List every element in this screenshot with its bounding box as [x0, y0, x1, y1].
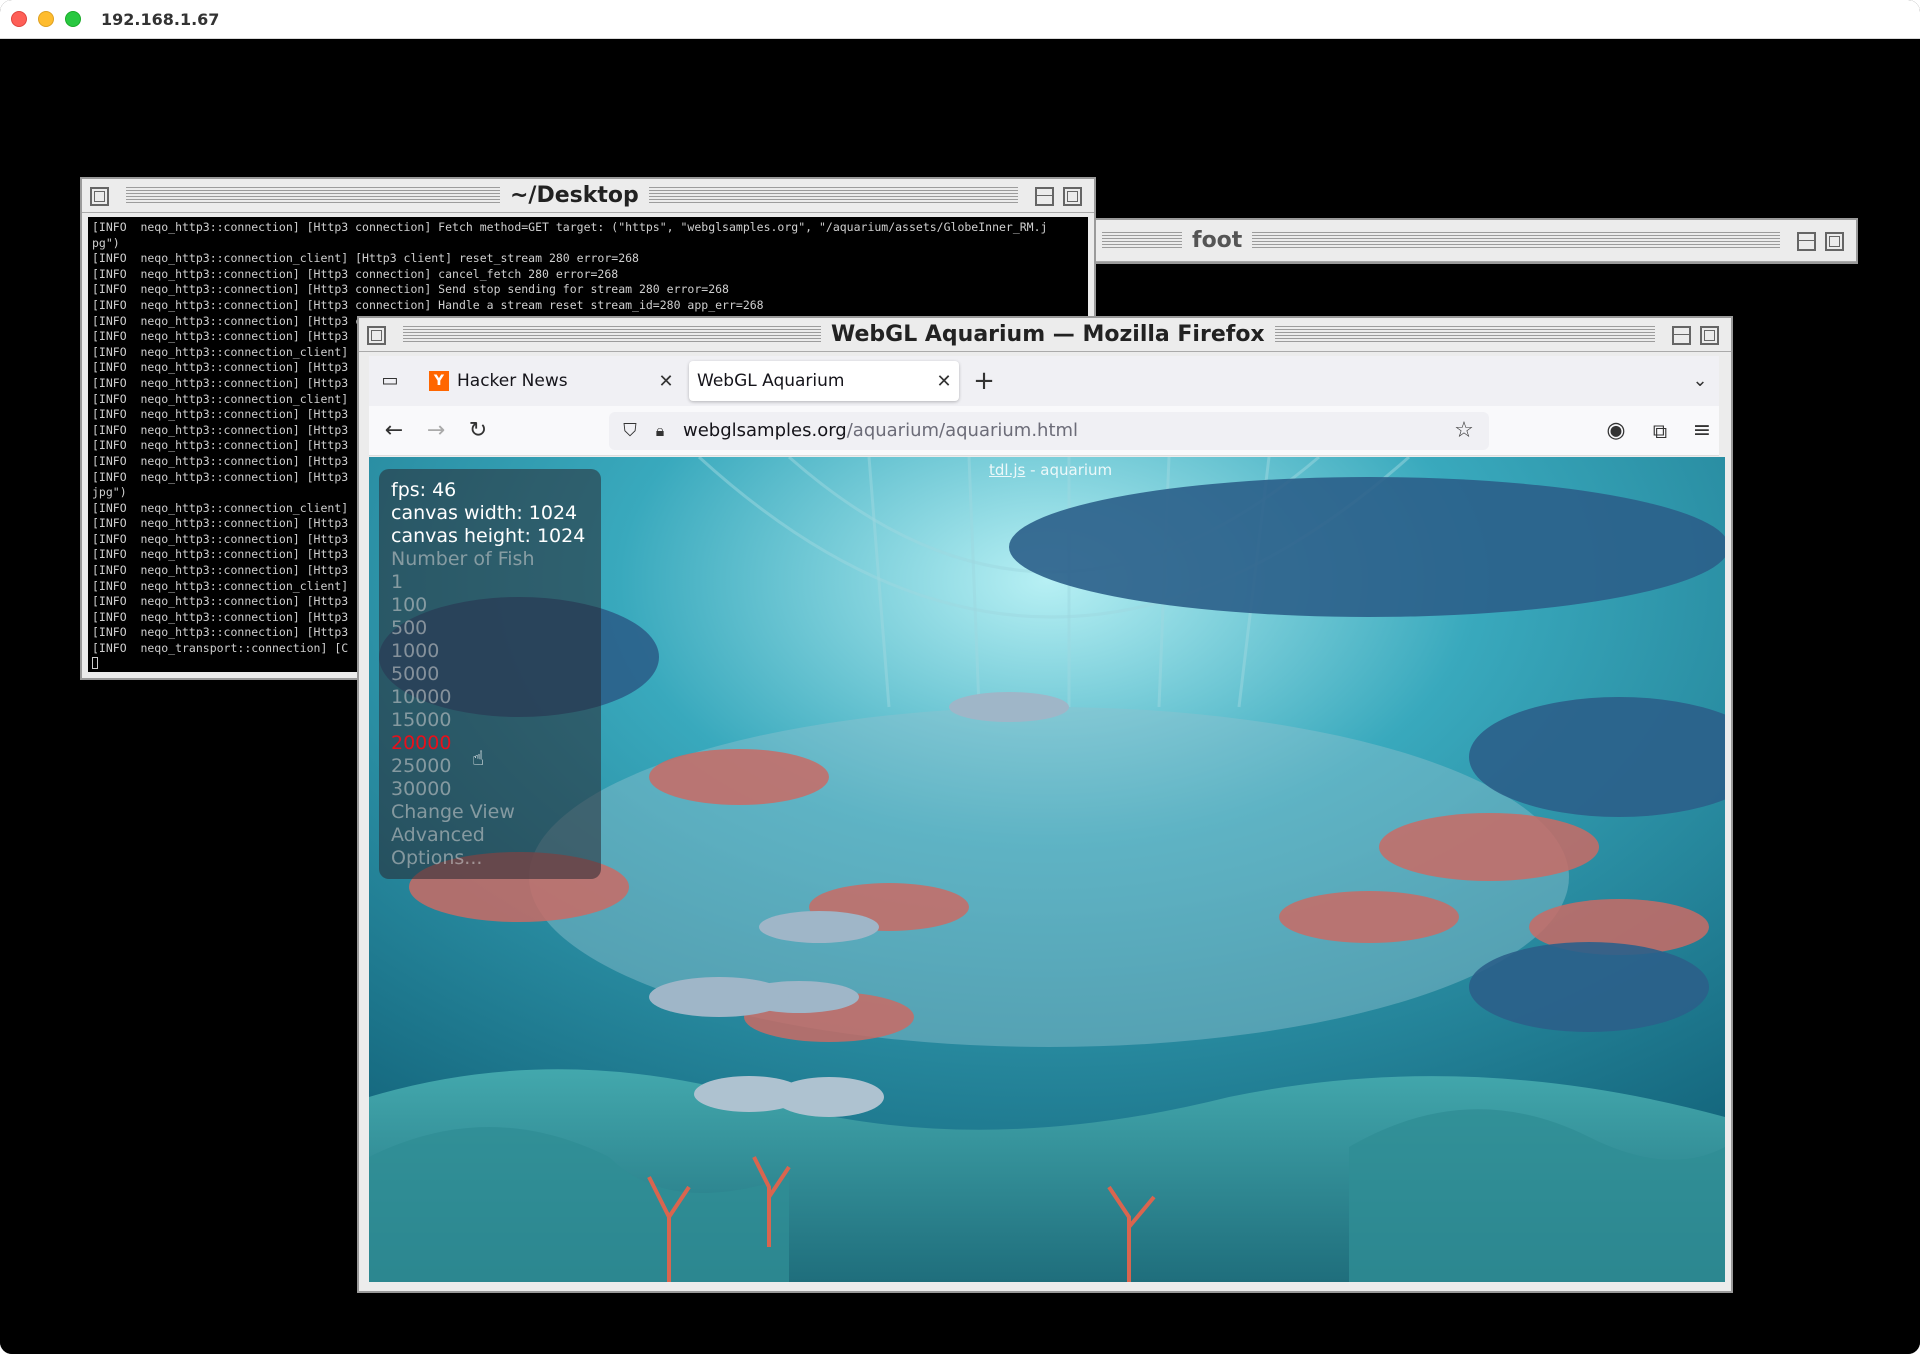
- terminal-line: [INFO neqo_http3::connection_client] [Ht…: [92, 251, 639, 266]
- hacker-news-icon: Y: [429, 371, 449, 391]
- sidebar-icon[interactable]: ▭: [373, 364, 407, 398]
- forward-arrow-icon[interactable]: →: [419, 414, 453, 448]
- fish-option-1[interactable]: 1: [391, 571, 589, 594]
- tab-label: WebGL Aquarium: [697, 371, 845, 391]
- minimize-icon[interactable]: [1035, 187, 1054, 206]
- fish-option-15000[interactable]: 15000: [391, 709, 589, 732]
- tdl-link[interactable]: tdl.js: [989, 461, 1025, 479]
- terminal-line: [INFO neqo_http3::connection] [Http3 con…: [92, 266, 619, 281]
- foot-titlebar[interactable]: foot: [1096, 220, 1856, 262]
- star-icon[interactable]: ☆: [1447, 414, 1481, 448]
- firefox-title: WebGL Aquarium — Mozilla Firefox: [821, 322, 1275, 347]
- maximize-icon[interactable]: [1700, 326, 1719, 345]
- terminal-cursor: [92, 656, 98, 669]
- webgl-aquarium-canvas[interactable]: tdl.js - aquarium fps: 46 canvas width: …: [369, 457, 1725, 1282]
- puzzle-icon[interactable]: ⧉: [1643, 414, 1677, 448]
- fish-option-20000[interactable]: 20000: [391, 732, 589, 755]
- menu-change-view[interactable]: Change View: [391, 801, 589, 824]
- menu-advanced[interactable]: Advanced: [391, 824, 589, 847]
- chevron-down-icon[interactable]: ⌄: [1683, 364, 1717, 398]
- maximize-icon[interactable]: [1825, 232, 1844, 251]
- fish-option-5000[interactable]: 5000: [391, 663, 589, 686]
- url-host: webglsamples.org: [683, 420, 847, 441]
- mac-window: 192.168.1.67 ~/Desktop [INFO neqo_http3:…: [0, 0, 1920, 1354]
- url-path: /aquarium/aquarium.html: [846, 420, 1079, 441]
- tab-webgl-aquarium[interactable]: WebGL Aquarium ✕: [689, 361, 959, 401]
- terminal-titlebar[interactable]: ~/Desktop: [82, 179, 1094, 213]
- terminal-line: [INFO neqo_http3::connection] [Http3 con…: [92, 297, 764, 312]
- account-icon[interactable]: ◉: [1599, 414, 1633, 448]
- terminal-line: pg"): [92, 235, 120, 250]
- fish-option-10000[interactable]: 10000: [391, 686, 589, 709]
- fish-option-25000[interactable]: 25000: [391, 755, 589, 778]
- canvas-height-readout: canvas height: 1024: [391, 525, 586, 547]
- hand-cursor-icon: ☝: [472, 746, 485, 770]
- terminal-title: ~/Desktop: [500, 183, 649, 208]
- minimize-button[interactable]: [38, 11, 54, 27]
- mac-titlebar: 192.168.1.67: [0, 0, 1920, 39]
- header-suffix: - aquarium: [1025, 461, 1113, 479]
- window-menu-icon[interactable]: [90, 187, 109, 206]
- aquarium-hud: fps: 46 canvas width: 1024 canvas height…: [379, 469, 601, 879]
- fish-option-1000[interactable]: 1000: [391, 640, 589, 663]
- maximize-icon[interactable]: [1063, 187, 1082, 206]
- new-tab-button[interactable]: +: [967, 364, 1001, 398]
- fish-option-100[interactable]: 100: [391, 594, 589, 617]
- firefox-window[interactable]: WebGL Aquarium — Mozilla Firefox ▭ Y Hac…: [357, 316, 1733, 1293]
- page-header-link: tdl.js - aquarium: [989, 461, 1112, 479]
- fps-readout: fps: 46: [391, 479, 457, 501]
- foot-title: foot: [1182, 228, 1253, 253]
- reload-icon[interactable]: ↻: [461, 414, 495, 448]
- back-arrow-icon[interactable]: ←: [377, 414, 411, 448]
- menu-options[interactable]: Options...: [391, 847, 589, 870]
- shield-icon[interactable]: ⛉: [613, 414, 647, 448]
- close-button[interactable]: [11, 11, 27, 27]
- url-bar[interactable]: ⛉ 🔒︎ webglsamples.org/aquarium/aquarium.…: [609, 412, 1489, 450]
- minimize-icon[interactable]: [1797, 232, 1816, 251]
- menu-number-of-fish: Number of Fish: [391, 548, 535, 570]
- minimize-icon[interactable]: [1672, 326, 1691, 345]
- close-icon[interactable]: ✕: [929, 371, 959, 392]
- foot-window[interactable]: foot: [1094, 218, 1858, 264]
- canvas-width-readout: canvas width: 1024: [391, 502, 578, 524]
- nav-bar: ← → ↻ ⛉ 🔒︎ webglsamples.org/aquarium/aqu…: [369, 406, 1719, 456]
- close-icon[interactable]: ✕: [651, 371, 681, 392]
- window-menu-icon[interactable]: [367, 326, 386, 345]
- maximize-button[interactable]: [65, 11, 81, 27]
- fish-option-500[interactable]: 500: [391, 617, 589, 640]
- terminal-line: [INFO neqo_http3::connection] [Http3 con…: [92, 220, 1048, 234]
- tab-hacker-news[interactable]: Y Hacker News ✕: [419, 361, 681, 401]
- terminal-line: [INFO neqo_http3::connection] [Http3 con…: [92, 282, 729, 297]
- desktop: ~/Desktop [INFO neqo_http3::connection] …: [0, 40, 1920, 1354]
- fish-option-30000[interactable]: 30000: [391, 778, 589, 801]
- tab-label: Hacker News: [457, 371, 568, 391]
- window-title: 192.168.1.67: [101, 10, 220, 29]
- tab-bar: ▭ Y Hacker News ✕ WebGL Aquarium ✕ + ⌄: [369, 356, 1719, 406]
- lock-icon[interactable]: 🔒︎: [643, 414, 677, 448]
- url-text[interactable]: webglsamples.org/aquarium/aquarium.html: [683, 420, 1078, 441]
- hamburger-menu-icon[interactable]: ≡: [1685, 414, 1719, 448]
- firefox-titlebar[interactable]: WebGL Aquarium — Mozilla Firefox: [359, 318, 1731, 352]
